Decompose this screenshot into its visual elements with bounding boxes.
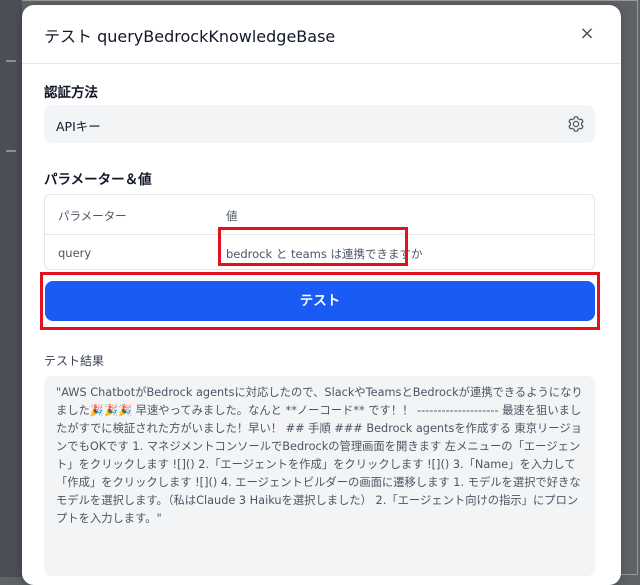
param-value-query[interactable]: bedrock と teams は連携できますか: [226, 246, 422, 262]
test-result-area[interactable]: "AWS ChatbotがBedrock agentsに対応したので、Slack…: [44, 376, 595, 576]
test-button[interactable]: テスト: [45, 281, 595, 321]
backdrop-mark: [6, 60, 16, 62]
table-header-value: 値: [226, 209, 238, 223]
parameters-table: パラメーター 値 query bedrock と teams は連携できますか: [44, 194, 595, 270]
gear-icon[interactable]: [567, 115, 585, 133]
close-icon: ×: [579, 23, 595, 44]
auth-method-label: 認証方法: [44, 85, 98, 101]
test-result-label: テスト結果: [44, 354, 105, 368]
auth-method-value: APIキー: [56, 119, 101, 134]
close-button[interactable]: ×: [575, 22, 599, 46]
test-dialog: テスト queryBedrockKnowledgeBase × 認証方法 API…: [22, 5, 621, 585]
auth-method-field[interactable]: APIキー: [44, 105, 595, 143]
table-divider: [45, 234, 594, 235]
page-backdrop: [0, 0, 22, 577]
param-name-query: query: [58, 246, 92, 260]
backdrop-mark: [6, 150, 16, 152]
dialog-title: テスト queryBedrockKnowledgeBase: [44, 27, 336, 46]
table-header-parameter: パラメーター: [58, 209, 127, 223]
dialog-header: テスト queryBedrockKnowledgeBase ×: [22, 5, 621, 64]
test-result-text: "AWS ChatbotがBedrock agentsに対応したので、Slack…: [56, 386, 583, 525]
parameters-label: パラメーター＆値: [44, 172, 152, 188]
